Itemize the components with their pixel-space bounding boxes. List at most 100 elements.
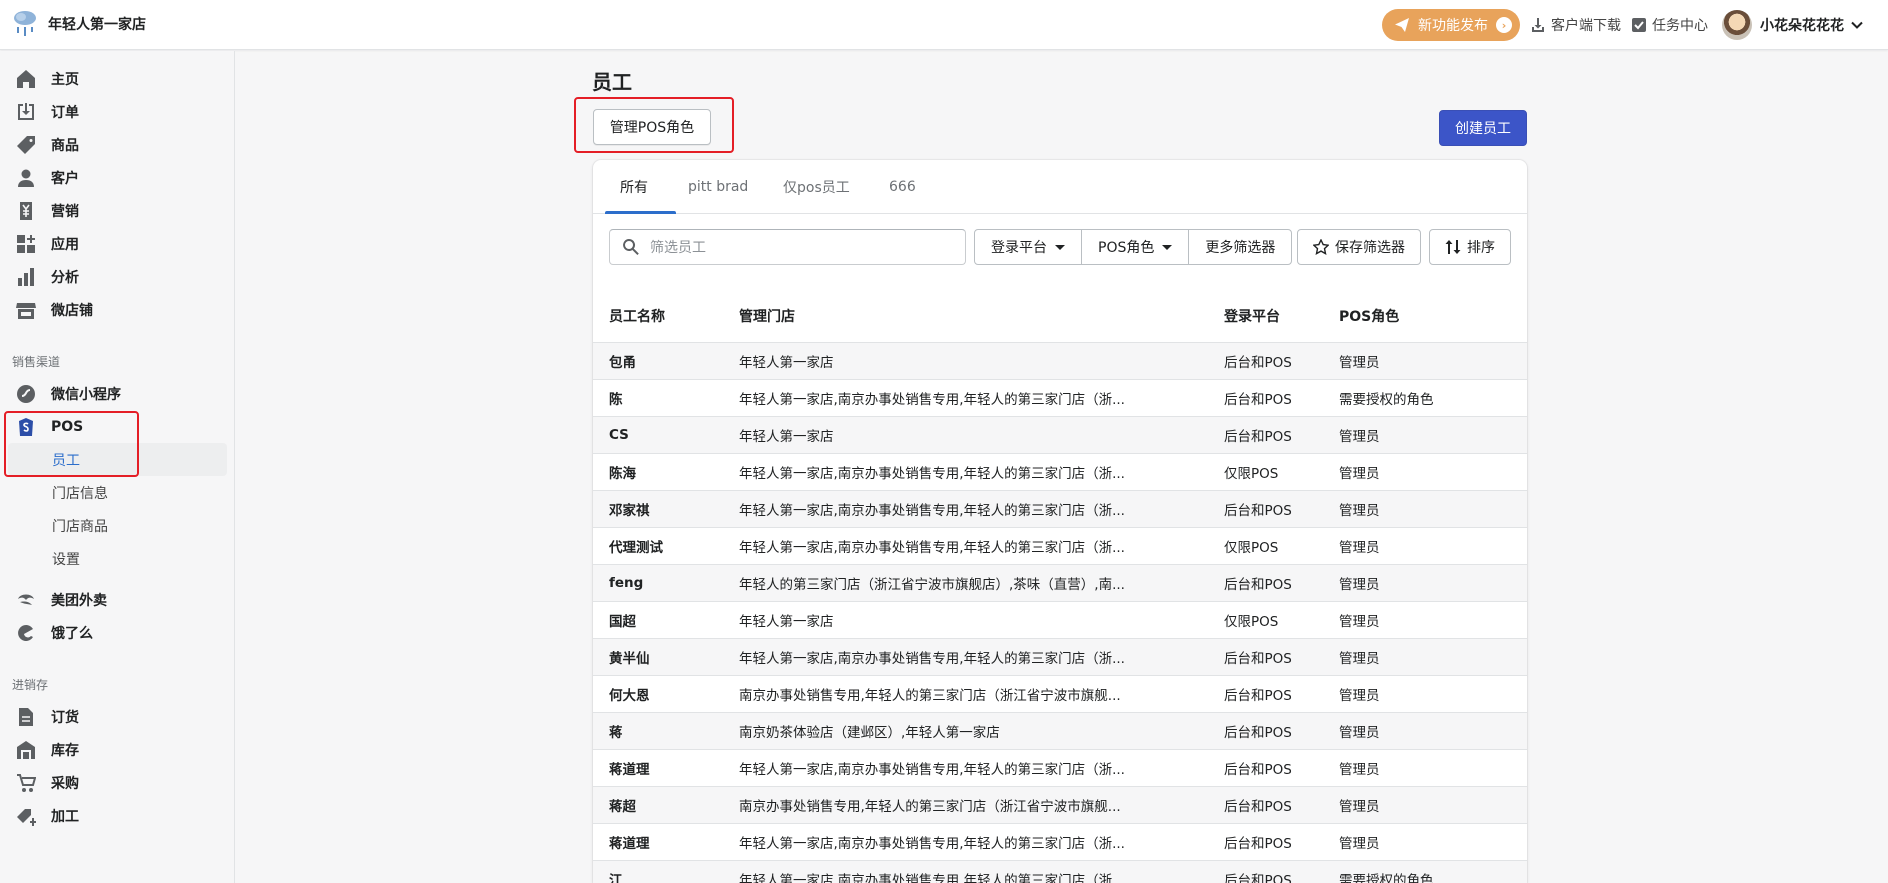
- table-row[interactable]: 蒋道理 年轻人第一家店,南京办事处销售专用,年轻人的第三家门店（浙... 后台和PO…: [593, 823, 1527, 861]
- table-row[interactable]: CS 年轻人第一家店 后台和POS 管理员: [593, 416, 1527, 454]
- eleme-icon: [18, 624, 33, 641]
- pos-role-filter[interactable]: POS角色: [1082, 230, 1190, 264]
- cell-login-platform: 后台和POS: [1208, 675, 1323, 713]
- cell-staff-name[interactable]: 何大恩: [593, 675, 723, 713]
- table-row[interactable]: 蒋道理 年轻人第一家店,南京办事处销售专用,年轻人的第三家门店（浙... 后台和PO…: [593, 749, 1527, 787]
- table-row[interactable]: 黄半仙 年轻人第一家店,南京办事处销售专用,年轻人的第三家门店（浙... 后台和PO…: [593, 638, 1527, 676]
- cell-managed-stores: 南京办事处销售专用,年轻人的第三家门店（浙江省宁波市旗舰...: [723, 786, 1208, 824]
- sidebar-item-label: 加工: [51, 808, 79, 825]
- cart-icon: [17, 773, 36, 792]
- table-row[interactable]: 陈海 年轻人第一家店,南京办事处销售专用,年轻人的第三家门店（浙... 仅限POS 管…: [593, 453, 1527, 491]
- sidebar-item-stock[interactable]: 库存: [0, 733, 235, 766]
- sidebar-item-label: 分析: [51, 269, 79, 286]
- search-input[interactable]: 筛选员工: [609, 229, 966, 265]
- sidebar-item-apps[interactable]: 应用: [0, 227, 235, 260]
- sidebar-item-marketing[interactable]: 营销: [0, 194, 235, 227]
- table-row[interactable]: 国超 年轻人第一家店 仅限POS 管理员: [593, 601, 1527, 639]
- cell-managed-stores: 年轻人第一家店,南京办事处销售专用,年轻人的第三家门店（浙...: [723, 823, 1208, 861]
- sidebar-item-analytics[interactable]: 分析: [0, 260, 235, 293]
- sidebar-item-home[interactable]: 主页: [0, 62, 235, 95]
- sidebar-item-label: 采购: [51, 775, 79, 792]
- tab-pitt-brad[interactable]: pitt brad: [688, 160, 748, 214]
- cell-staff-name[interactable]: 国超: [593, 601, 723, 639]
- cell-staff-name[interactable]: 代理测试: [593, 527, 723, 565]
- save-filter-button[interactable]: 保存筛选器: [1297, 229, 1421, 265]
- table-row[interactable]: 邓家祺 年轻人第一家店,南京办事处销售专用,年轻人的第三家门店（浙... 后台和PO…: [593, 490, 1527, 528]
- sidebar-item-purchase[interactable]: 采购: [0, 766, 235, 799]
- cell-staff-name[interactable]: 蒋: [593, 712, 723, 750]
- sidebar-item-label: 饿了么: [51, 625, 93, 642]
- cell-staff-name[interactable]: feng: [593, 564, 723, 602]
- cell-login-platform: 后台和POS: [1208, 379, 1323, 417]
- cell-staff-name[interactable]: 蒋超: [593, 786, 723, 824]
- search-icon: [623, 239, 639, 255]
- cell-managed-stores: 年轻人第一家店,南京办事处销售专用,年轻人的第三家门店（浙...: [723, 453, 1208, 491]
- cell-login-platform: 后台和POS: [1208, 823, 1323, 861]
- sidebar-item-meituan[interactable]: 美团外卖: [0, 583, 235, 616]
- section-title-inventory: 进销存: [12, 678, 49, 692]
- cell-staff-name[interactable]: 黄半仙: [593, 638, 723, 676]
- table-row[interactable]: 蒋南京奶茶体验店（建邺区）,年轻人第一家店 后台和POS 管理员: [593, 712, 1527, 750]
- client-download-link[interactable]: 客户端下载: [1530, 15, 1621, 35]
- table-row[interactable]: 何大恩 南京办事处销售专用,年轻人的第三家门店（浙江省宁波市旗舰... 后台和POS…: [593, 675, 1527, 713]
- column-header-name[interactable]: 员工名称: [593, 290, 723, 343]
- sidebar-item-ordering[interactable]: 订货: [0, 700, 235, 733]
- login-platform-filter[interactable]: 登录平台: [975, 230, 1082, 264]
- sidebar-item-customers[interactable]: 客户: [0, 161, 235, 194]
- column-header-stores: 管理门店: [723, 290, 1208, 343]
- sidebar-item-orders[interactable]: 订单: [0, 95, 235, 128]
- cell-pos-role: 管理员: [1323, 453, 1527, 491]
- table-row[interactable]: 蒋超 南京办事处销售专用,年轻人的第三家门店（浙江省宁波市旗舰... 后台和POS 管…: [593, 786, 1527, 824]
- sidebar-item-label: 微信小程序: [51, 386, 121, 403]
- caret-down-icon: [1162, 244, 1173, 250]
- create-staff-button[interactable]: 创建员工: [1439, 110, 1527, 146]
- sidebar-item-label: 库存: [51, 742, 79, 759]
- table-row[interactable]: feng 年轻人的第三家门店（浙江省宁波市旗舰店）,茶味（直营）,南... 后台和P…: [593, 564, 1527, 602]
- cell-staff-name[interactable]: 包甬: [593, 342, 723, 380]
- cell-pos-role: 管理员: [1323, 786, 1527, 824]
- sort-button[interactable]: 排序: [1429, 229, 1511, 265]
- cell-staff-name[interactable]: CS: [593, 416, 723, 454]
- cell-pos-role: 管理员: [1323, 638, 1527, 676]
- meituan-icon: [18, 594, 34, 605]
- table-header-row: 员工名称 管理门店 登录平台 POS角色: [593, 290, 1527, 343]
- table-row[interactable]: 包甬 年轻人第一家店 后台和POS 管理员: [593, 342, 1527, 380]
- cell-pos-role: 管理员: [1323, 823, 1527, 861]
- sidebar-subitem-store-info[interactable]: 门店信息: [8, 476, 227, 509]
- cell-staff-name[interactable]: 邓家祺: [593, 490, 723, 528]
- tab-666[interactable]: 666: [889, 160, 916, 214]
- sidebar-item-wechat-miniprogram[interactable]: 微信小程序: [0, 377, 235, 410]
- sidebar-item-microstore[interactable]: 微店铺: [0, 293, 235, 326]
- cell-login-platform: 后台和POS: [1208, 416, 1323, 454]
- sidebar-subitem-store-products[interactable]: 门店商品: [8, 509, 227, 542]
- section-title-sales-channel: 销售渠道: [12, 355, 61, 369]
- task-center-link[interactable]: 任务中心: [1631, 15, 1708, 35]
- more-filters-button[interactable]: 更多筛选器: [1189, 230, 1291, 264]
- table-row[interactable]: 代理测试 年轻人第一家店,南京办事处销售专用,年轻人的第三家门店（浙... 仅限PO…: [593, 527, 1527, 565]
- tab-all[interactable]: 所有: [620, 160, 648, 214]
- sidebar-item-label: 订单: [51, 104, 79, 121]
- cell-staff-name[interactable]: 蒋道理: [593, 749, 723, 787]
- sidebar-item-products[interactable]: 商品: [0, 128, 235, 161]
- cell-managed-stores: 南京奶茶体验店（建邺区）,年轻人第一家店: [723, 712, 1208, 750]
- cell-login-platform: 后台和POS: [1208, 564, 1323, 602]
- sidebar-item-processing[interactable]: 加工: [0, 799, 235, 832]
- warehouse-icon: [17, 740, 35, 759]
- cell-managed-stores: 年轻人第一家店: [723, 416, 1208, 454]
- store-brand[interactable]: 年轻人第一家店: [12, 9, 146, 39]
- cell-staff-name[interactable]: 江: [593, 860, 723, 883]
- cell-staff-name[interactable]: 蒋道理: [593, 823, 723, 861]
- sidebar-subitem-settings[interactable]: 设置: [8, 542, 227, 575]
- cell-staff-name[interactable]: 陈海: [593, 453, 723, 491]
- annotation-highlight-pos: [4, 411, 139, 477]
- tab-pos-only[interactable]: 仅pos员工: [783, 160, 850, 214]
- cell-pos-role: 需要授权的角色: [1323, 860, 1527, 883]
- table-row[interactable]: 陈年轻人第一家店,南京办事处销售专用,年轻人的第三家门店（浙... 后台和POS 需…: [593, 379, 1527, 417]
- cell-login-platform: 后台和POS: [1208, 490, 1323, 528]
- cell-staff-name[interactable]: 陈: [593, 379, 723, 417]
- user-menu[interactable]: 小花朵花花花: [1722, 10, 1864, 40]
- sidebar-item-eleme[interactable]: 饿了么: [0, 616, 235, 649]
- document-icon: [19, 707, 33, 726]
- new-feature-button[interactable]: 新功能发布 ›: [1382, 9, 1520, 41]
- table-row[interactable]: 江年轻人第一家店,南京办事处销售专用,年轻人的第三家门店（浙... 后台和POS 需…: [593, 860, 1527, 883]
